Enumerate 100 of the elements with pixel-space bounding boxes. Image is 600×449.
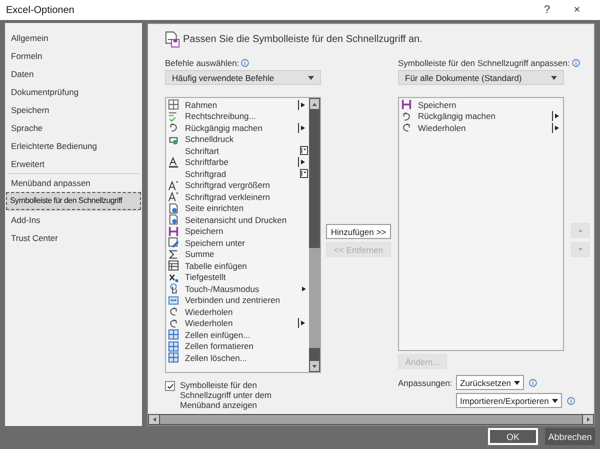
sidebar-item[interactable]: Speichern	[6, 101, 141, 119]
sidebar-item[interactable]: Sprache	[6, 119, 141, 137]
info-icon[interactable]	[241, 59, 250, 67]
redo-icon	[401, 122, 412, 134]
submenu-arrow-icon	[301, 159, 305, 166]
table-icon	[168, 260, 179, 272]
command-item[interactable]: Zellen einfügen...	[166, 329, 309, 340]
command-item[interactable]: Schriftart	[166, 145, 309, 156]
checkbox-label: Symbolleiste für den Schnellzugriff unter dem Menüband anzeigen	[180, 380, 273, 410]
document-save-icon	[165, 30, 180, 48]
submenu-arrow-icon	[301, 124, 305, 131]
command-item[interactable]: Speichern unter	[166, 237, 309, 248]
command-item[interactable]: Summe	[166, 248, 309, 260]
command-item[interactable]: Schriftgrad verkleinern	[166, 191, 309, 202]
down-arrow-icon	[312, 364, 317, 368]
add-button[interactable]: Hinzufügen >>	[326, 224, 391, 239]
command-item[interactable]: Schriftgrad vergrößern	[166, 180, 309, 191]
command-item[interactable]: Schnelldruck	[166, 134, 309, 145]
cancel-button[interactable]: Abbrechen	[545, 428, 595, 445]
command-item[interactable]: Verbinden und zentrieren	[166, 294, 309, 306]
command-item[interactable]: Schriftfarbe	[166, 156, 309, 168]
toolbar-item[interactable]: Wiederholen	[399, 122, 563, 134]
sidebar-item[interactable]: Add-Ins	[6, 211, 141, 229]
sidebar-item[interactable]: Dokumentprüfung	[6, 83, 141, 101]
cells-icon	[168, 329, 179, 340]
submenu-arrow-icon	[302, 286, 306, 292]
import-export-dropdown[interactable]: Importieren/Exportieren	[456, 393, 562, 408]
letter-icon	[168, 191, 179, 202]
submenu-split[interactable]	[298, 100, 307, 110]
documents-dropdown[interactable]: Für alle Dokumente (Standard)	[398, 70, 564, 85]
submenu-split[interactable]	[298, 318, 307, 328]
field-label: Symbolleiste für den Schnellzugriff anpassen:	[398, 58, 570, 68]
submenu-split[interactable]	[552, 111, 561, 122]
sidebar-item[interactable]: Formeln	[6, 47, 141, 65]
command-item[interactable]: Speichern	[166, 226, 309, 237]
info-icon[interactable]	[529, 378, 538, 386]
command-item[interactable]: Tiefgestellt	[166, 272, 309, 283]
page-heading: Passen Sie die Symbolleiste für den Schnellzugriff an.	[183, 34, 422, 44]
dropdown-arrow-icon	[552, 398, 558, 402]
submenu-split[interactable]	[298, 122, 307, 133]
field-label: Befehle auswählen:	[165, 58, 240, 68]
spelling-icon	[168, 110, 179, 122]
submenu-split[interactable]	[298, 157, 307, 168]
redo-icon	[168, 318, 179, 329]
command-item[interactable]: Rückgängig machen	[166, 122, 309, 134]
commands-dropdown[interactable]: Häufig verwendete Befehle	[165, 70, 321, 85]
cells-icon	[168, 340, 179, 352]
undo-icon	[401, 110, 412, 122]
customizations-label: Anpassungen:	[398, 378, 451, 388]
down-arrow-icon	[578, 248, 583, 251]
hand-icon	[168, 283, 179, 294]
sidebar-item[interactable]: Allgemein	[6, 29, 141, 47]
cells-icon	[168, 352, 179, 364]
sidebar-item[interactable]: Erweitert	[6, 155, 141, 173]
reset-dropdown[interactable]: Zurücksetzen	[456, 375, 524, 390]
dropdown-arrow-icon	[308, 76, 314, 80]
cells-icon	[168, 294, 179, 306]
sidebar-item[interactable]: Erleichterte Bedienung	[6, 137, 141, 155]
command-item[interactable]: Seitenansicht und Drucken	[166, 214, 309, 226]
command-item[interactable]: Zellen formatieren	[166, 340, 309, 352]
horizontal-scrollbar[interactable]	[148, 414, 594, 425]
up-arrow-icon	[312, 102, 317, 106]
redo-icon	[168, 306, 179, 318]
combo-box-icon	[300, 146, 308, 156]
command-item[interactable]: Schriftgrad	[166, 168, 309, 180]
close-button[interactable]: ×	[562, 4, 592, 16]
sidebar-item[interactable]: Symbolleiste für den Schnellzugriff	[6, 192, 141, 210]
command-item[interactable]: Touch-/Mausmodus	[166, 283, 309, 294]
command-item[interactable]: Seite einrichten	[166, 202, 309, 214]
command-item[interactable]: Wiederholen	[166, 318, 309, 329]
toolbar-item[interactable]: Rückgängig machen	[399, 110, 563, 122]
command-item[interactable]: Wiederholen	[166, 306, 309, 318]
toolbar-item[interactable]: Speichern	[399, 99, 563, 110]
command-item[interactable]: Rechtschreibung...	[166, 110, 309, 122]
table-icon	[168, 99, 179, 110]
sidebar-item[interactable]: Trust Center	[6, 229, 141, 247]
undo-icon	[168, 122, 179, 134]
vertical-scrollbar[interactable]	[309, 98, 320, 372]
sidebar-item[interactable]: Daten	[6, 65, 141, 83]
submenu-split[interactable]	[552, 122, 561, 133]
window-title: Excel-Optionen	[6, 4, 76, 16]
command-item[interactable]: Tabelle einfügen	[166, 260, 309, 272]
info-icon[interactable]	[572, 59, 580, 67]
command-item[interactable]: Zellen löschen...	[166, 352, 309, 364]
info-icon[interactable]	[566, 396, 575, 404]
command-item[interactable]: Rahmen	[166, 99, 309, 110]
letter-icon	[168, 156, 179, 168]
dropdown-arrow-icon	[551, 76, 557, 80]
combo-indicator[interactable]	[299, 168, 309, 179]
checkbox[interactable]	[165, 381, 175, 391]
left-arrow-icon	[152, 417, 156, 422]
up-arrow-icon	[578, 229, 583, 232]
letter-icon	[168, 180, 179, 191]
combo-indicator[interactable]	[299, 146, 309, 156]
ok-button[interactable]: OK	[488, 428, 538, 445]
submenu-arrow-icon	[301, 102, 305, 108]
sidebar-item[interactable]: Menüband anpassen	[6, 174, 141, 192]
right-arrow-icon	[586, 417, 590, 422]
help-button[interactable]: ?	[532, 4, 562, 16]
sigma-icon	[168, 248, 179, 260]
